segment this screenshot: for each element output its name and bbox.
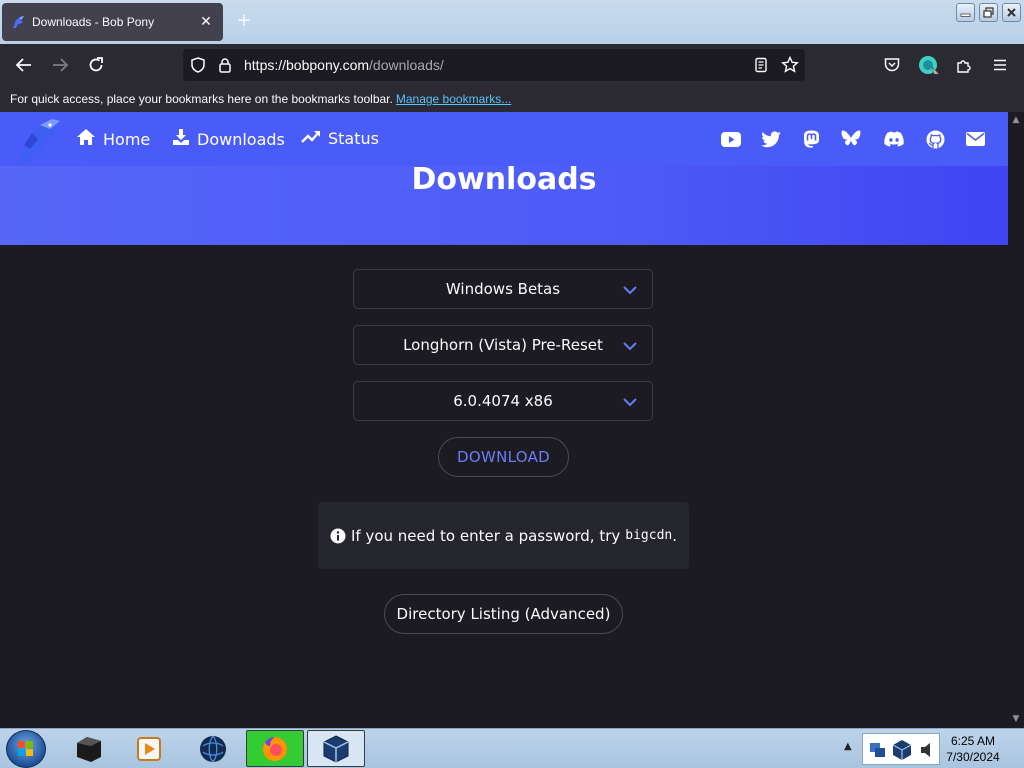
product-select-value: Longhorn (Vista) Pre-Reset (403, 336, 603, 354)
tray-expand-icon[interactable]: ▲ (844, 741, 852, 752)
page-title: Downloads (411, 162, 597, 197)
info-icon (330, 528, 346, 544)
network-tray-icon[interactable] (869, 741, 887, 763)
firefox-taskbar-icon[interactable] (246, 730, 304, 767)
extensions-icon[interactable] (952, 53, 976, 77)
chevron-down-icon (622, 338, 638, 354)
account-avatar-icon[interactable] (916, 53, 940, 77)
forward-icon[interactable] (48, 53, 72, 77)
scroll-down-icon[interactable]: ▼ (1012, 715, 1020, 724)
system-clock[interactable]: 6:25 AM 7/30/2024 (940, 733, 1006, 765)
taskbar-app-icon[interactable] (60, 730, 118, 767)
download-button[interactable]: DOWNLOAD (438, 437, 569, 477)
bobpony-logo-icon[interactable] (12, 115, 64, 165)
globe-app-icon[interactable] (184, 730, 242, 767)
back-icon[interactable] (12, 53, 36, 77)
tab-close-icon[interactable]: ✕ (197, 14, 215, 30)
url-host: https://bobpony.com (244, 57, 370, 73)
window-close-button[interactable] (1002, 3, 1021, 22)
tab-title: Downloads - Bob Pony (32, 15, 155, 29)
youtube-icon[interactable] (721, 129, 741, 149)
nav-status-label: Status (328, 128, 379, 148)
twitter-icon[interactable] (761, 129, 781, 149)
nav-home-label: Home (103, 129, 151, 149)
virtualbox-taskbar-icon[interactable] (307, 730, 365, 767)
url-path: /downloads/ (369, 57, 444, 73)
build-select[interactable]: 6.0.4074 x86 (353, 381, 653, 421)
discord-icon[interactable] (884, 129, 904, 149)
home-icon (76, 128, 96, 150)
speaker-tray-icon[interactable] (919, 741, 935, 763)
window-restore-button[interactable] (979, 3, 998, 22)
site-navbar: Home Downloads Status (0, 112, 1008, 166)
notice-period: . (672, 526, 678, 545)
bookmarks-toolbar: For quick access, place your bookmarks h… (0, 86, 1024, 112)
clock-date: 7/30/2024 (946, 750, 1000, 764)
nav-status-link[interactable]: Status (301, 128, 379, 148)
nav-home-link[interactable]: Home (76, 128, 150, 150)
lock-icon[interactable] (213, 53, 237, 77)
trend-icon (301, 128, 321, 148)
clock-time: 6:25 AM (950, 734, 996, 748)
hero-banner: Home Downloads Status Downloads (0, 112, 1008, 245)
nav-downloads-link[interactable]: Downloads (172, 128, 285, 150)
bookmarks-hint: For quick access, place your bookmarks h… (10, 92, 393, 106)
media-player-icon[interactable] (120, 730, 178, 767)
github-icon[interactable] (925, 129, 945, 149)
bookmark-star-icon[interactable] (778, 53, 802, 77)
new-tab-button[interactable]: + (233, 10, 255, 32)
scroll-up-icon[interactable]: ▲ (1012, 116, 1020, 125)
url-text[interactable]: https://bobpony.com/downloads/ (244, 57, 444, 73)
web-page: Home Downloads Status Downloads Windows … (0, 112, 1008, 728)
bluesky-icon[interactable] (841, 129, 861, 149)
download-icon (172, 128, 190, 150)
chevron-down-icon (622, 394, 638, 410)
email-icon[interactable] (965, 129, 985, 149)
nav-toolbar: https://bobpony.com/downloads/ (0, 44, 1024, 86)
start-button[interactable] (6, 730, 46, 768)
bobpony-favicon-icon (10, 14, 26, 30)
browser-tab[interactable]: Downloads - Bob Pony ✕ (2, 3, 223, 41)
virtualbox-tray-icon[interactable] (891, 739, 913, 765)
category-select[interactable]: Windows Betas (353, 269, 653, 309)
page-scrollbar[interactable]: ▲ ▼ (1008, 112, 1024, 728)
tray-icons-panel (862, 733, 940, 765)
build-select-value: 6.0.4074 x86 (453, 392, 553, 410)
tracking-shield-icon[interactable] (186, 53, 210, 77)
taskbar: ▲ 6:25 AM 7/30/2024 (0, 728, 1024, 768)
notice-text: If you need to enter a password, try (350, 526, 621, 545)
mastodon-icon[interactable] (801, 129, 821, 149)
manage-bookmarks-link[interactable]: Manage bookmarks... (396, 92, 511, 106)
tab-strip: Downloads - Bob Pony ✕ + (0, 0, 1024, 44)
url-bar[interactable]: https://bobpony.com/downloads/ (183, 49, 805, 81)
notice-password-code: bigcdn (625, 528, 673, 543)
product-select[interactable]: Longhorn (Vista) Pre-Reset (353, 325, 653, 365)
directory-listing-button[interactable]: Directory Listing (Advanced) (384, 594, 623, 634)
menu-icon[interactable] (988, 53, 1012, 77)
category-select-value: Windows Betas (445, 280, 561, 298)
reader-view-icon[interactable] (749, 53, 773, 77)
reload-icon[interactable] (84, 53, 108, 77)
nav-downloads-label: Downloads (197, 129, 285, 149)
window-minimize-button[interactable] (956, 3, 975, 22)
password-notice: If you need to enter a password, try bigc… (318, 502, 689, 569)
pocket-icon[interactable] (880, 53, 904, 77)
chevron-down-icon (622, 282, 638, 298)
